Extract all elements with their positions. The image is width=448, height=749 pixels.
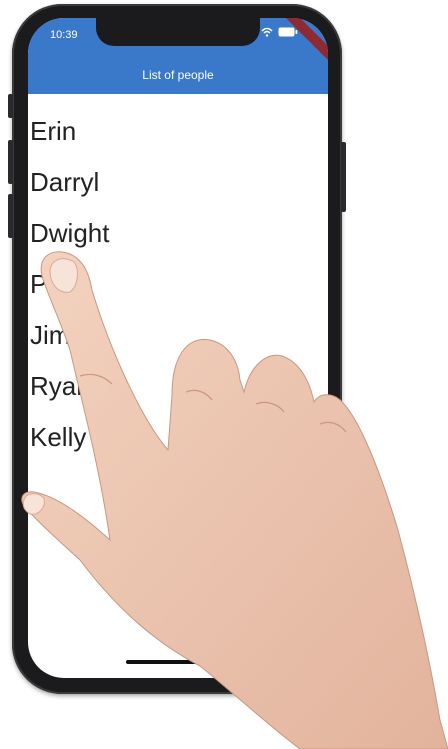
list-item[interactable]: Pam	[28, 259, 328, 310]
power-button	[341, 142, 346, 212]
status-time: 10:39	[50, 29, 78, 41]
list-item[interactable]: Dwight	[28, 208, 328, 259]
phone-screen: 10:39 List of people Erin Darryl Dwight …	[28, 18, 328, 678]
tutorial-illustration: 10:39 List of people Erin Darryl Dwight …	[0, 0, 448, 749]
app-title: List of people	[142, 68, 214, 82]
volume-down-button	[8, 194, 13, 238]
list-item[interactable]: Erin	[28, 106, 328, 157]
wifi-icon	[261, 27, 273, 37]
status-icons	[261, 27, 298, 37]
list-item[interactable]: Ryan	[28, 361, 328, 412]
notch	[96, 18, 260, 46]
debug-banner	[271, 18, 328, 70]
list-item[interactable]: Kelly	[28, 412, 328, 463]
list-item[interactable]: Darryl	[28, 157, 328, 208]
battery-icon	[278, 27, 298, 37]
home-indicator[interactable]	[126, 660, 236, 664]
people-list: Erin Darryl Dwight Pam Jim Ryan Kelly	[28, 106, 328, 463]
mute-switch	[8, 94, 13, 118]
list-item[interactable]: Jim	[28, 310, 328, 361]
volume-up-button	[8, 140, 13, 184]
